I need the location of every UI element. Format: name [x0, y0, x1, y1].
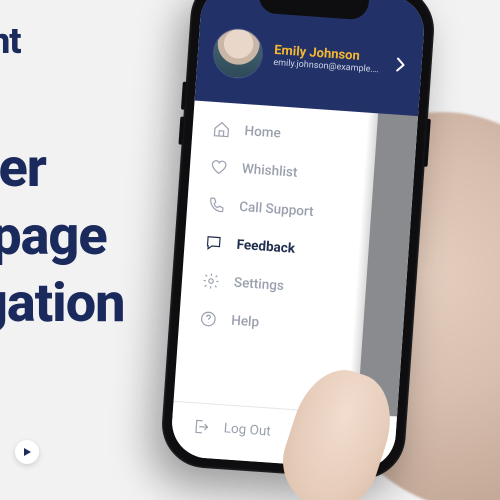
hero-line-2: with page: [0, 203, 125, 271]
nav-item-label: Call Support: [239, 199, 314, 220]
nav-item-label: Home: [244, 123, 281, 141]
nav-item-label: Whishlist: [241, 161, 298, 181]
play-demo-button[interactable]: [15, 440, 39, 464]
phone-screen: Emily Johnson emily.johnson@example.com …: [170, 0, 427, 471]
user-info: Emily Johnson emily.johnson@example.com: [273, 43, 385, 77]
hero-line-3: navigation: [0, 270, 125, 338]
drawer-header[interactable]: Emily Johnson emily.johnson@example.com: [195, 0, 427, 116]
nav-item-label: Settings: [233, 275, 284, 294]
volume-up-button: [181, 82, 187, 110]
chevron-right-icon: [395, 57, 406, 72]
logout-label: Log Out: [223, 420, 271, 439]
home-icon: [212, 120, 231, 139]
phone-icon: [207, 196, 226, 215]
chat-icon: [204, 234, 223, 253]
avatar[interactable]: [212, 28, 263, 79]
help-icon: [199, 309, 218, 328]
volume-down-button: [178, 117, 184, 145]
logout-icon: [191, 417, 210, 436]
heart-icon: [209, 158, 228, 177]
play-icon: [22, 447, 32, 457]
nav-item-label: Feedback: [236, 237, 295, 257]
hero-title: Drawer with page navigation: [0, 135, 125, 338]
nav-item-label: Help: [231, 313, 260, 331]
gear-icon: [201, 271, 220, 290]
device-mockup: Emily Johnson emily.johnson@example.com …: [170, 0, 500, 500]
brand-logo-fragment: nt: [0, 20, 21, 62]
hero-line-1: Drawer: [0, 135, 125, 203]
profile-chevron[interactable]: [395, 57, 406, 72]
